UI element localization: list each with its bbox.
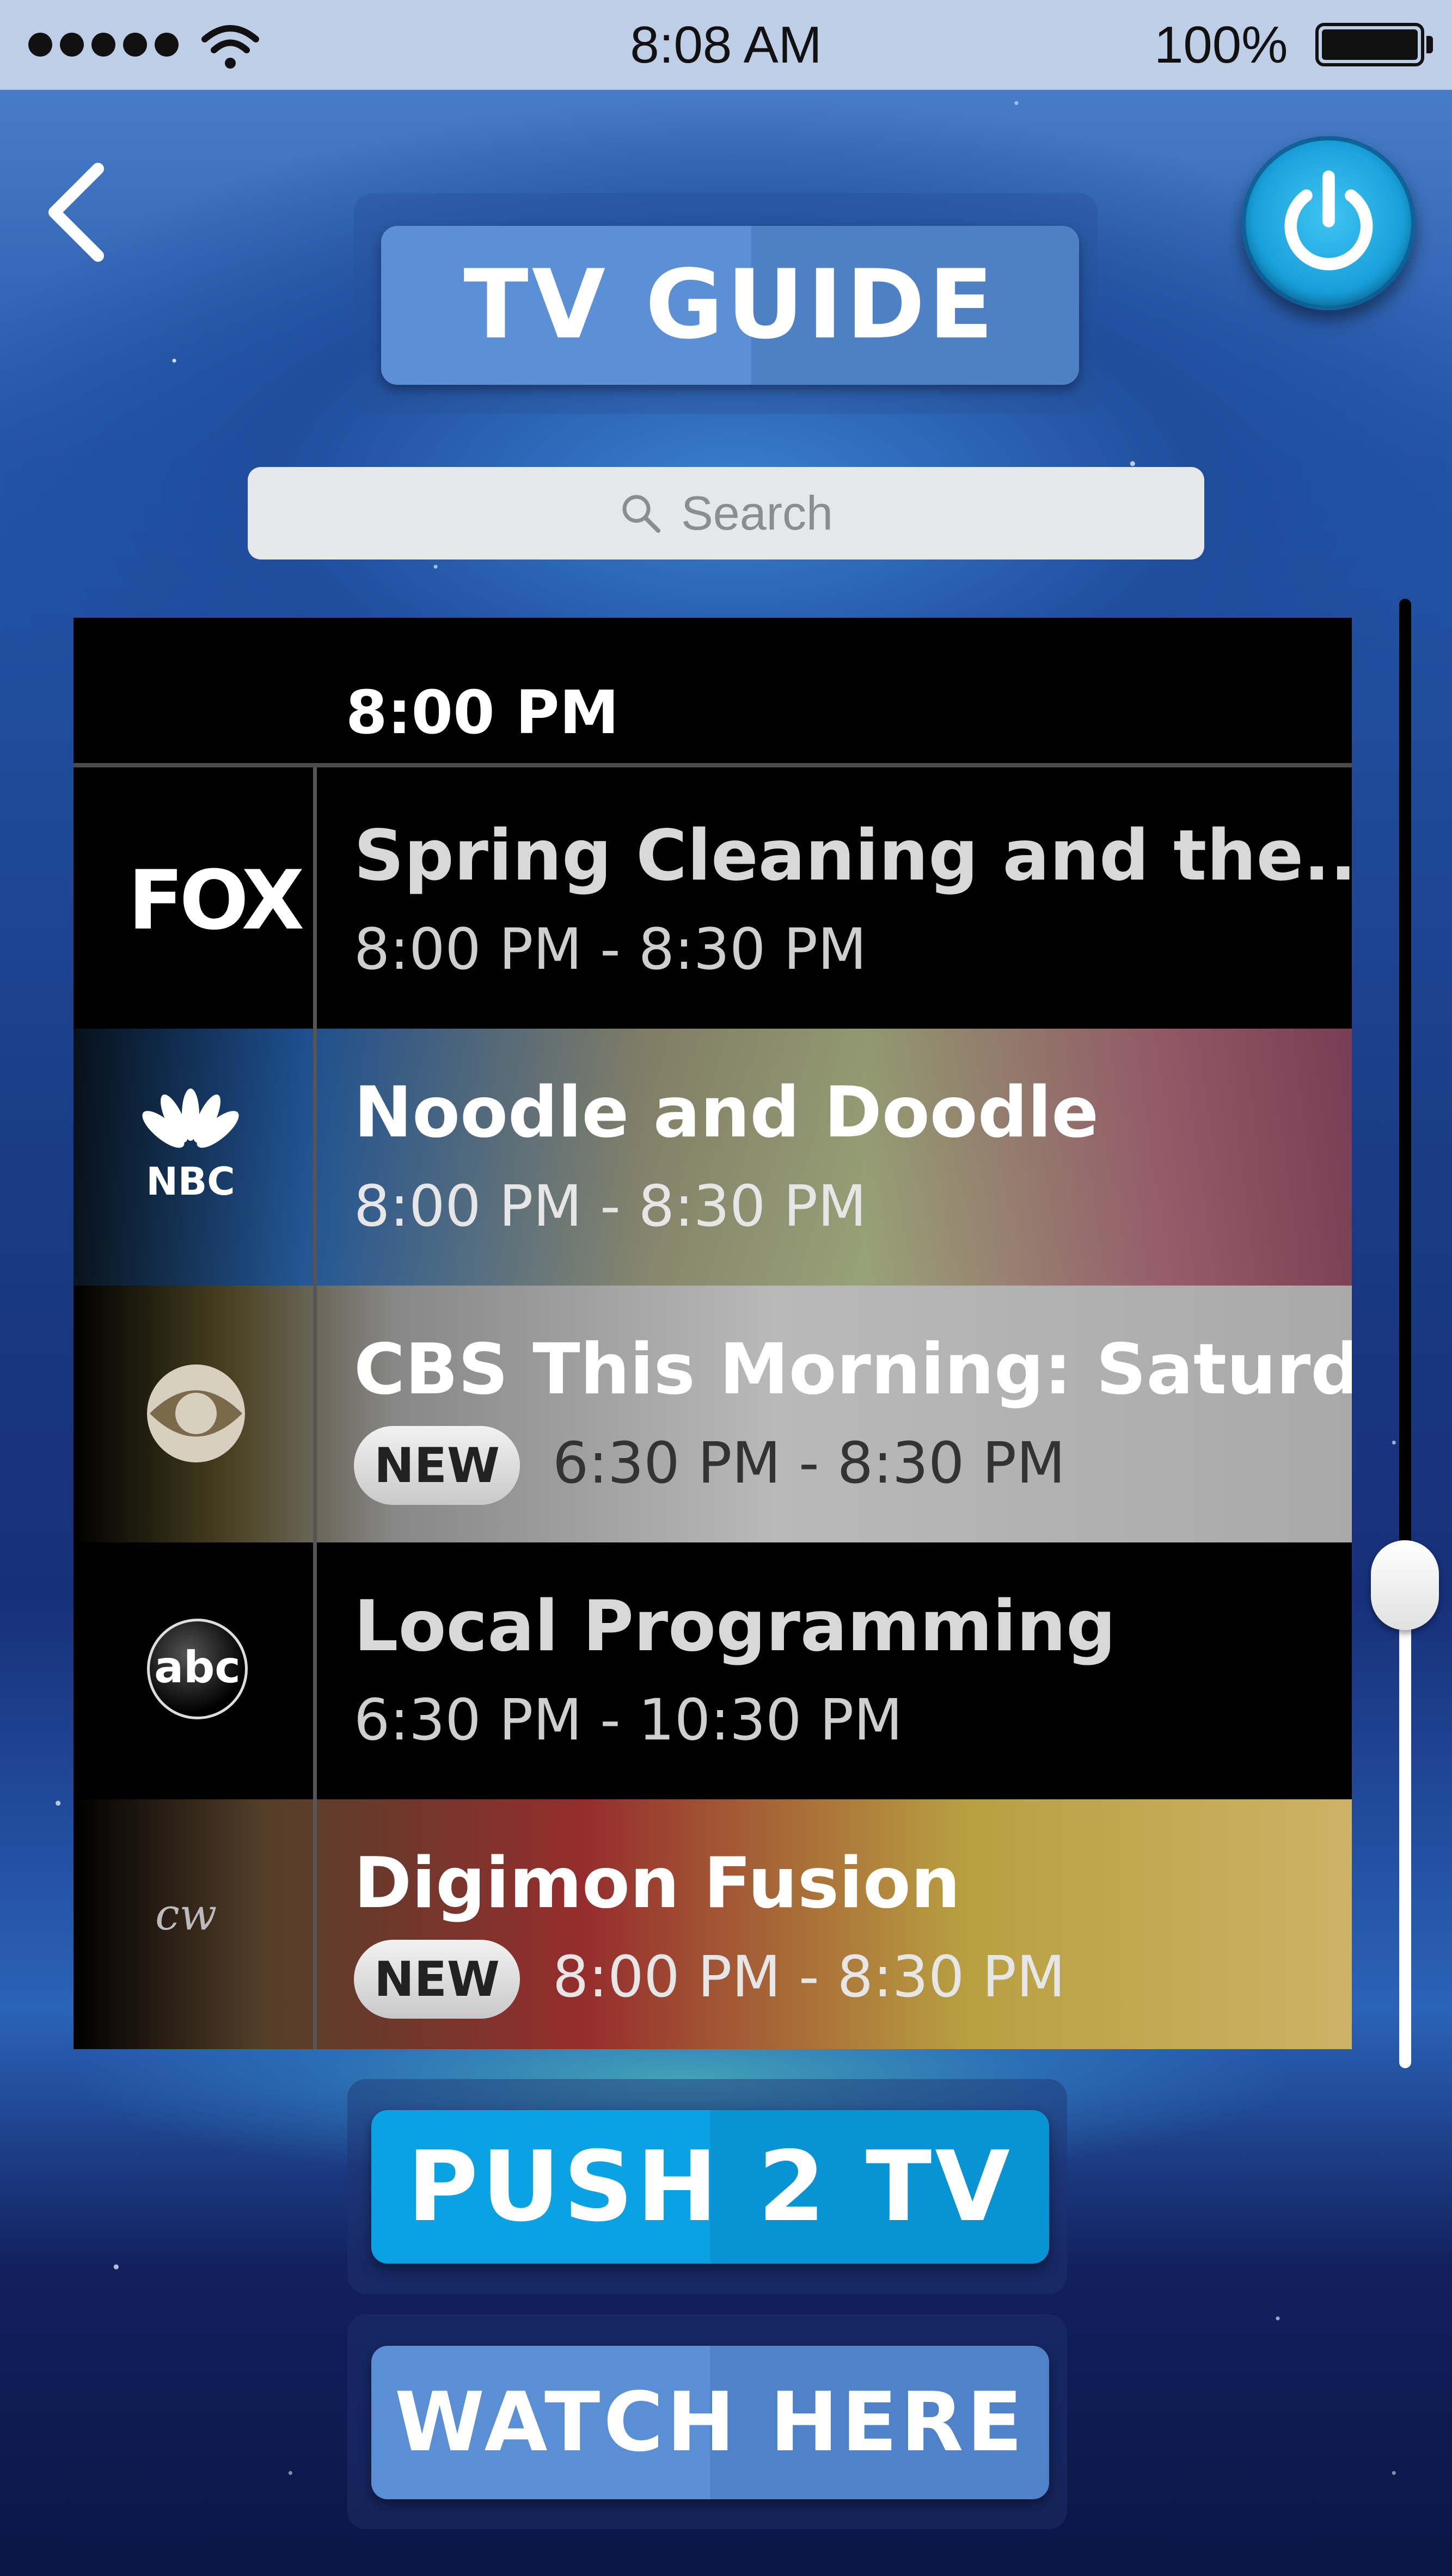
channel-logo-cell: abc — [73, 1542, 313, 1799]
program-time: 8:00 PM - 8:30 PM — [354, 916, 867, 982]
program-time: 8:00 PM - 8:30 PM — [553, 1944, 1065, 2010]
channel-column-divider — [313, 767, 317, 2049]
vertical-slider-thumb[interactable] — [1371, 1540, 1439, 1630]
tv-guide-list[interactable]: 8:00 PM FOX Spring Cleaning and the... 8… — [73, 618, 1352, 2049]
cw-logo: cw — [155, 1889, 217, 1940]
channel-logo-cell: NBC — [73, 1029, 313, 1286]
channel-logo-cell — [73, 1286, 313, 1542]
power-button[interactable] — [1241, 136, 1416, 310]
list-item[interactable]: NBC Noodle and Doodle 8:00 PM - 8:30 PM — [73, 1029, 1352, 1286]
list-item[interactable]: CBS This Morning: Saturd... NEW 6:30 PM … — [73, 1286, 1352, 1542]
fox-logo: FOX — [128, 853, 304, 948]
vertical-slider-track[interactable] — [1399, 599, 1411, 2068]
power-icon — [1284, 170, 1373, 270]
list-item[interactable]: cw Digimon Fusion NEW 8:00 PM - 8:30 PM — [73, 1799, 1352, 2049]
program-time: 6:30 PM - 8:30 PM — [553, 1430, 1065, 1496]
program-title: CBS This Morning: Saturd... — [354, 1329, 1352, 1410]
program-time: 6:30 PM - 10:30 PM — [354, 1687, 903, 1753]
back-chevron-icon[interactable] — [38, 158, 114, 267]
battery-percent: 100% — [1154, 16, 1288, 74]
nbc-peacock-logo: NBC — [142, 1089, 239, 1204]
program-title: Digimon Fusion — [354, 1843, 960, 1924]
battery-tip — [1426, 36, 1433, 53]
watch-here-button[interactable]: WATCH HERE — [371, 2346, 1049, 2499]
search-placeholder: Search — [681, 486, 833, 540]
time-slot-label: 8:00 PM — [346, 678, 619, 747]
new-badge: NEW — [354, 1940, 520, 2019]
list-item[interactable]: abc Local Programming 6:30 PM - 10:30 PM — [73, 1542, 1352, 1799]
program-title: Local Programming — [354, 1586, 1116, 1667]
new-badge: NEW — [354, 1426, 520, 1505]
program-time: 8:00 PM - 8:30 PM — [354, 1173, 867, 1239]
program-title: Noodle and Doodle — [354, 1072, 1099, 1153]
guide-time-header: 8:00 PM — [73, 618, 1352, 767]
search-icon — [622, 495, 661, 533]
program-title: Spring Cleaning and the... — [354, 815, 1352, 896]
abc-logo: abc — [147, 1619, 248, 1719]
status-bar: 8:08 AM 100% — [0, 0, 1452, 90]
nbc-logo-text: NBC — [146, 1159, 235, 1204]
battery-icon — [1315, 23, 1424, 66]
search-input[interactable]: Search — [248, 467, 1204, 560]
channel-logo-cell: FOX — [73, 772, 313, 1029]
push-to-tv-button[interactable]: PUSH 2 TV — [371, 2110, 1049, 2264]
channel-logo-cell: cw — [73, 1799, 313, 2049]
list-item[interactable]: FOX Spring Cleaning and the... 8:00 PM -… — [73, 772, 1352, 1029]
page-title: TV GUIDE — [381, 226, 1079, 385]
cbs-eye-logo — [147, 1364, 245, 1462]
